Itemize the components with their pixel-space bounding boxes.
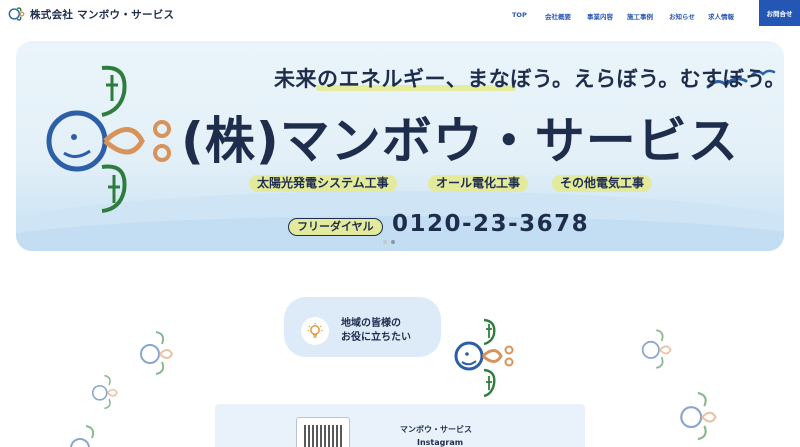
nav-business[interactable]: 事業内容 (587, 11, 613, 21)
mascot-sunfish-icon (454, 318, 514, 398)
mascot-decoration-icon (140, 331, 174, 375)
mascot-logo-icon[interactable] (8, 5, 26, 23)
service-tag-all-electric: オール電化工事 (428, 175, 529, 192)
intro-line-1: 地域の皆様の (341, 318, 401, 329)
nav-works[interactable]: 施工事例 (627, 11, 653, 21)
nav-top[interactable]: TOP (512, 11, 527, 19)
qr-code-pattern (304, 425, 342, 447)
hero-slider[interactable]: 未来のエネルギー、まなぼう。えらぼう。むすぼう。 (株)マンボウ・サービス 太陽… (16, 41, 784, 251)
slider-dot[interactable] (383, 240, 387, 244)
hero-tagline: 未来のエネルギー、まなぼう。えらぼう。むすぼう。 (274, 67, 784, 91)
freedial-label: フリーダイヤル (288, 218, 383, 236)
intro-message: 地域の皆様の お役に立ちたい (341, 317, 411, 345)
mascot-decoration-icon (680, 391, 717, 441)
intro-line-2: お役に立ちたい (341, 332, 411, 343)
lightbulb-icon (301, 317, 329, 345)
nav-news[interactable]: お知らせ (669, 11, 695, 21)
instagram-account-name: マンボウ・サービス (400, 425, 472, 434)
nav-recruit[interactable]: 求人情報 (708, 11, 734, 21)
nav-company[interactable]: 会社概要 (545, 11, 571, 21)
mascot-decoration-icon (91, 374, 118, 410)
site-header: 株式会社 マンボウ・サービス TOP 会社概要 事業内容 施工事例 お知らせ 求… (0, 0, 800, 30)
service-tag-other-electric: その他電気工事 (552, 175, 653, 192)
instagram-label[interactable]: Instagram (417, 438, 463, 447)
hero-company-title: (株)マンボウ・サービス (181, 112, 739, 170)
service-tag-solar: 太陽光発電システム工事 (249, 175, 397, 192)
slider-dots (383, 240, 395, 244)
phone-number[interactable]: 0120-23-3678 (392, 211, 589, 237)
mascot-sunfish-icon (46, 65, 171, 213)
site-name[interactable]: 株式会社 マンボウ・サービス (30, 7, 174, 22)
contact-button[interactable]: お問合せ (759, 0, 800, 26)
mascot-decoration-icon (70, 425, 95, 447)
mascot-decoration-icon (641, 329, 672, 369)
slider-dot-active[interactable] (391, 240, 395, 244)
